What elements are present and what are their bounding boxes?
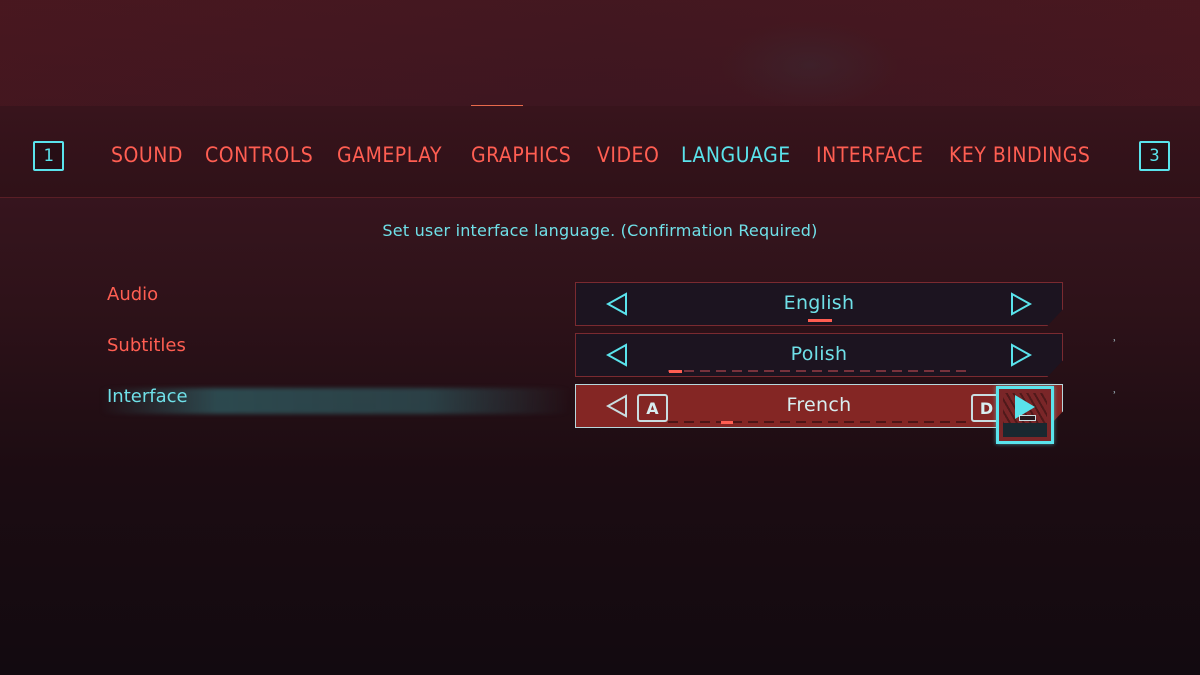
setting-description: Set user interface language. (Confirmati… <box>382 221 818 240</box>
tab-controls[interactable]: CONTROLS <box>205 143 313 167</box>
tab-key-bindings[interactable]: KEY BINDINGS <box>949 143 1090 167</box>
tab-sound[interactable]: SOUND <box>111 143 183 167</box>
option-track <box>668 421 972 423</box>
setting-label-subtitles[interactable]: Subtitles <box>107 335 186 356</box>
arrow-right-icon[interactable] <box>1010 292 1032 316</box>
interface-language-selector[interactable]: A French D <box>575 384 1063 428</box>
arrow-right-icon[interactable] <box>1010 343 1032 367</box>
tab-video[interactable]: VIDEO <box>597 143 659 167</box>
background-top-band <box>0 0 1200 106</box>
background-glow <box>720 20 900 110</box>
setting-label-audio[interactable]: Audio <box>107 284 158 305</box>
tab-interface[interactable]: INTERFACE <box>816 143 923 167</box>
subtitles-language-value: Polish <box>790 342 848 365</box>
option-position-marker <box>669 370 682 373</box>
setting-label-interface[interactable]: Interface <box>107 386 188 407</box>
option-track <box>668 370 972 372</box>
tab-graphics[interactable]: GRAPHICS <box>471 143 571 167</box>
cursor-icon <box>996 386 1054 444</box>
option-position-marker <box>808 319 832 322</box>
tab-gameplay[interactable]: GAMEPLAY <box>337 143 442 167</box>
tab-language[interactable]: LANGUAGE <box>681 143 791 167</box>
option-position-marker <box>721 421 733 424</box>
audio-language-selector[interactable]: English <box>575 282 1063 326</box>
minus-icon <box>1019 415 1036 421</box>
next-tab-key-hint[interactable]: 3 <box>1139 141 1170 171</box>
subtitles-language-selector[interactable]: Polish <box>575 333 1063 377</box>
prev-tab-key-hint[interactable]: 1 <box>33 141 64 171</box>
audio-language-value: English <box>783 291 855 314</box>
scroll-tick-icon: ʾ <box>1113 389 1117 402</box>
scroll-tick-icon: ʾ <box>1113 337 1117 350</box>
